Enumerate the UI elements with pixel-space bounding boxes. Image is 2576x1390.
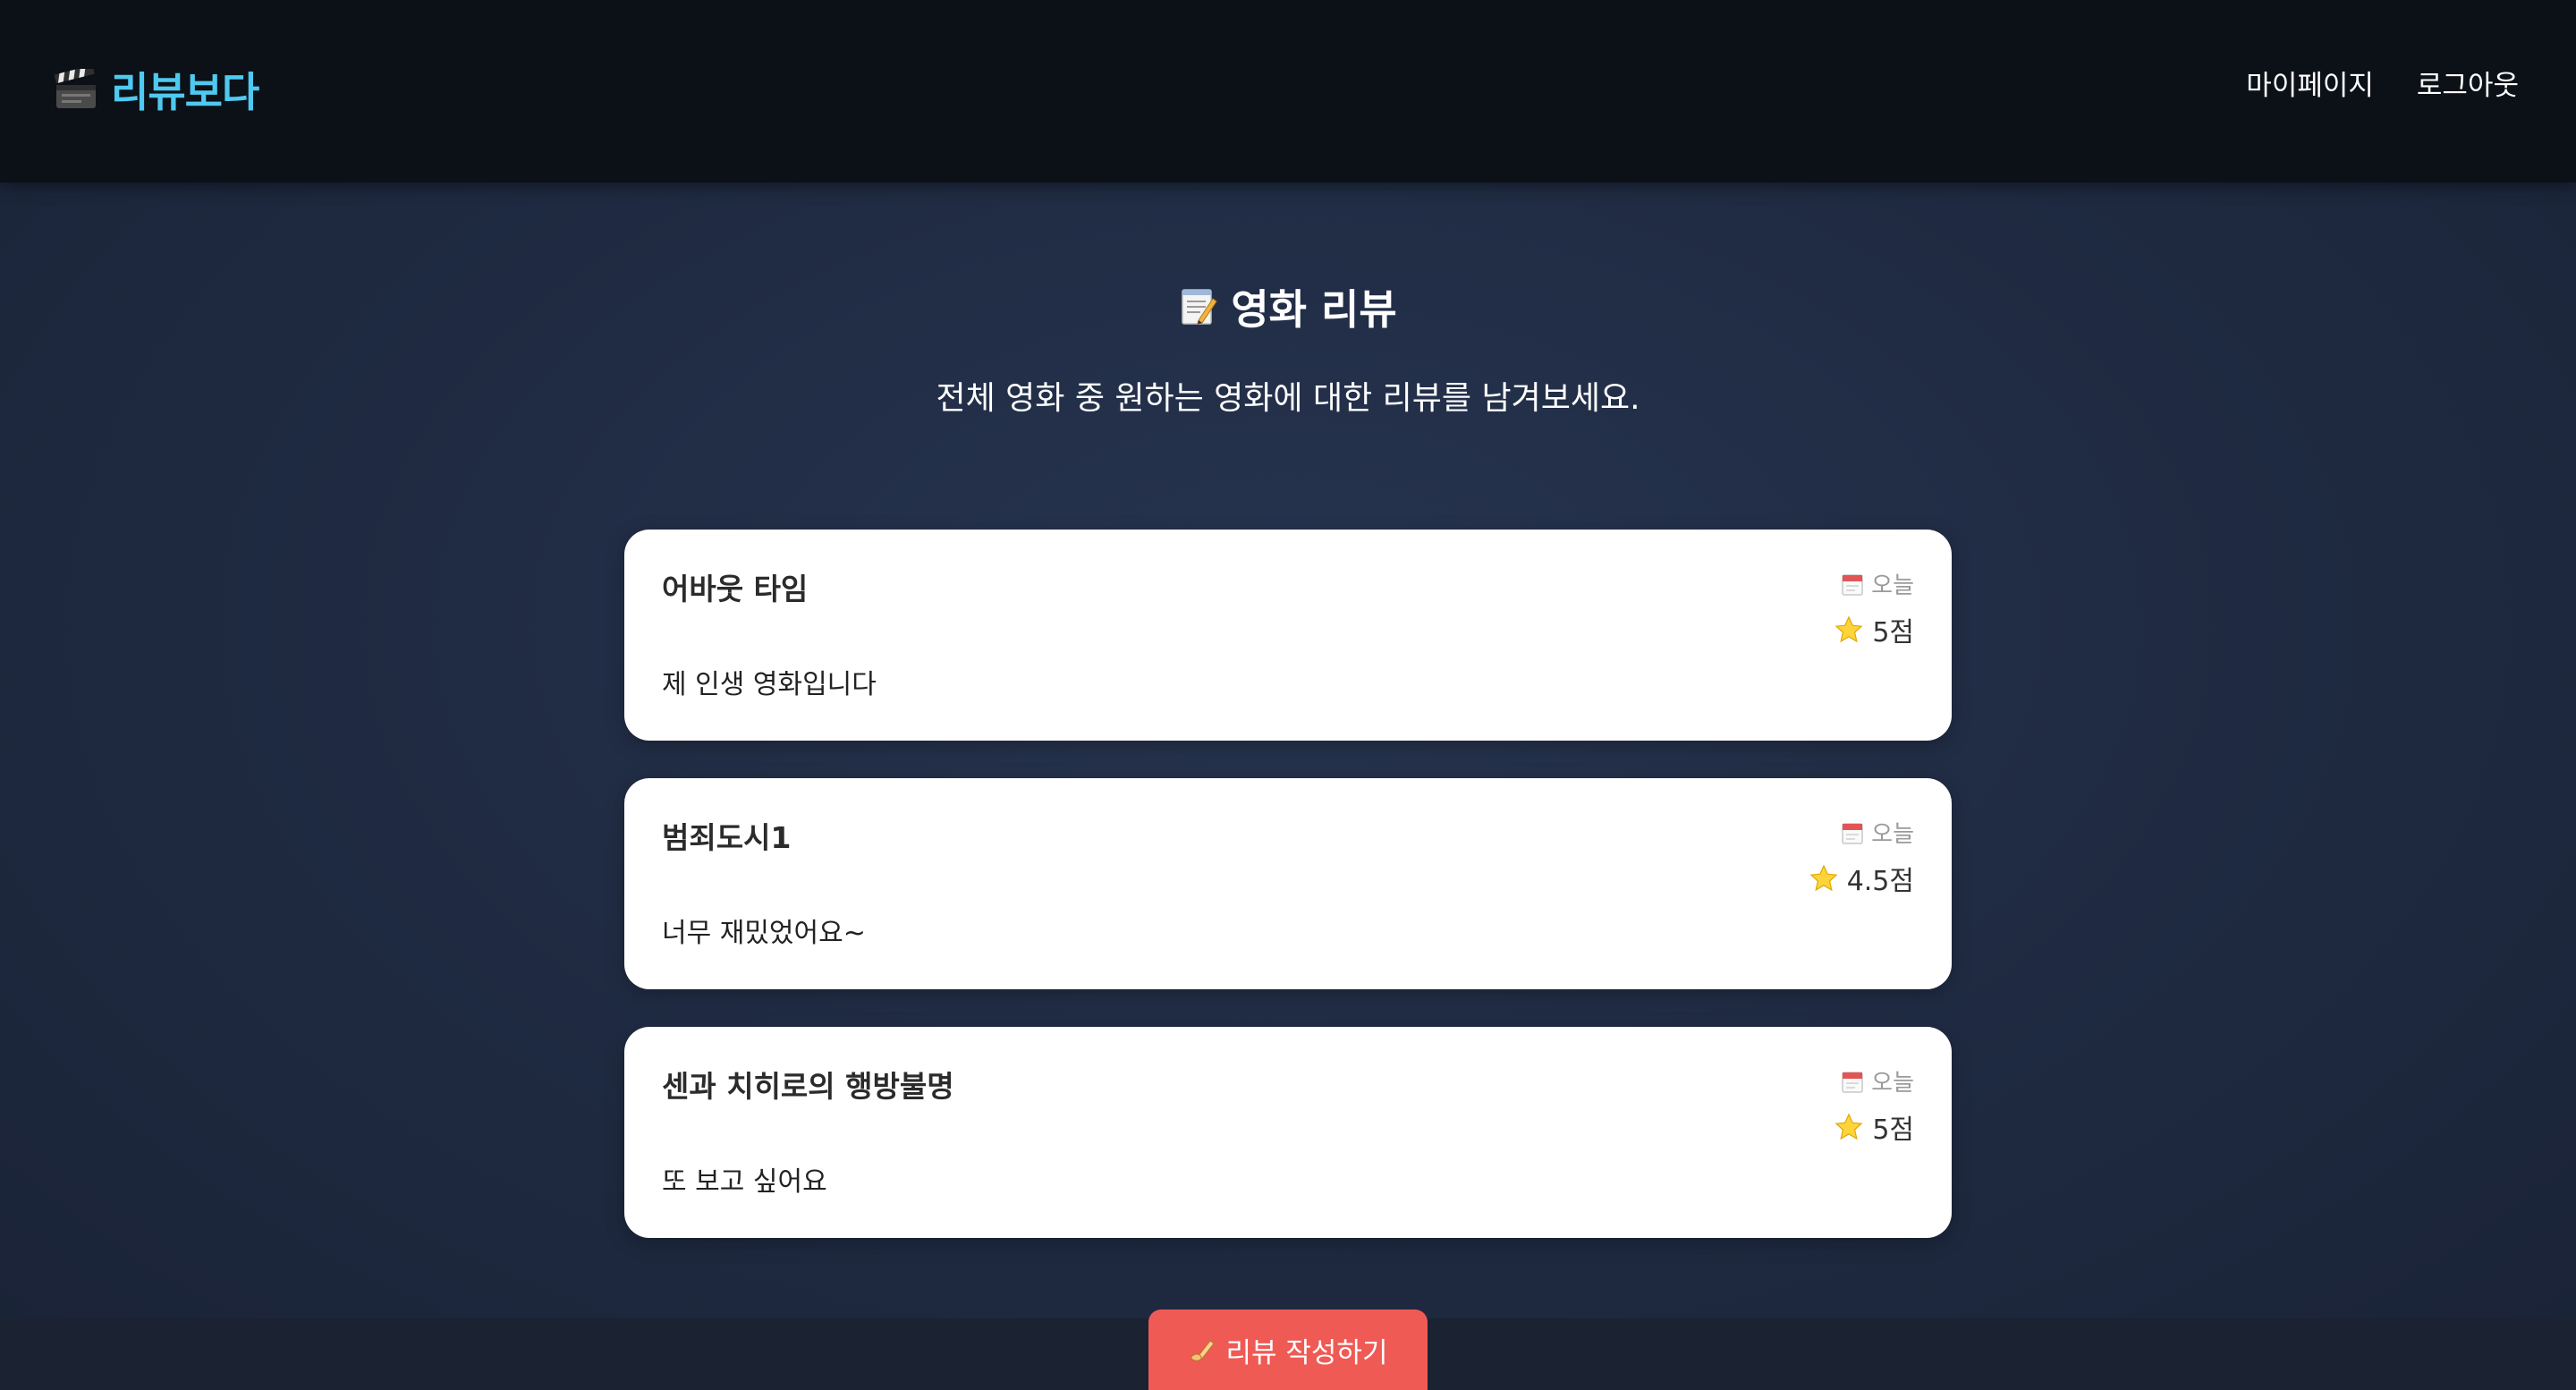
top-header: 리뷰보다 마이페이지 로그아웃 [0,0,2576,182]
review-card[interactable]: 센과 치히로의 행방불명 오늘 5점 또 보고 싶어요 [624,1027,1952,1238]
review-rating: 5점 [1835,610,1914,649]
nav-mypage-link[interactable]: 마이페이지 [2246,63,2374,103]
logo-text: 리뷰보다 [111,68,259,116]
calendar-icon [1842,573,1863,596]
review-date-text: 오늘 [1871,572,1914,599]
review-card[interactable]: 범죄도시1 오늘 4.5점 너무 재밌었어요~ [624,778,1952,989]
clapperboard-icon [54,69,96,108]
review-content: 또 보고 싶어요 [662,1166,827,1198]
calendar-icon [1842,822,1863,844]
review-movie-title: 어바웃 타임 [662,572,809,606]
review-movie-title: 센과 치히로의 행방불명 [662,1069,954,1104]
review-rating: 4.5점 [1809,859,1914,898]
review-date-text: 오늘 [1871,821,1914,848]
star-icon [1835,1113,1863,1140]
star-icon [1809,864,1838,892]
page-subtitle: 전체 영화 중 원하는 영화에 대한 리뷰를 남겨보세요. [936,380,1640,417]
writing-hand-icon [1190,1340,1215,1361]
calendar-icon [1842,1071,1863,1093]
review-date: 오늘 [1841,816,1914,849]
logo[interactable]: 리뷰보다 [54,57,259,122]
review-date: 오늘 [1841,1064,1914,1098]
review-rating-text: 5점 [1872,1115,1914,1146]
review-content: 제 인생 영화입니다 [662,669,877,700]
top-nav: 마이페이지 로그아웃 [2246,63,2519,103]
memo-icon [1182,289,1218,325]
review-date: 오늘 [1841,567,1914,600]
page-title: 영화 리뷰 [0,277,2576,336]
review-date-text: 오늘 [1871,1070,1914,1097]
review-card[interactable]: 어바웃 타임 오늘 5점 제 인생 영화입니다 [624,530,1952,741]
nav-logout-link[interactable]: 로그아웃 [2417,63,2519,103]
review-movie-title: 범죄도시1 [662,820,792,855]
review-rating-text: 4.5점 [1846,866,1914,897]
write-review-button[interactable]: 리뷰 작성하기 [1148,1309,1428,1390]
review-rating-text: 5점 [1872,617,1914,648]
review-content: 너무 재밌었어요~ [662,918,866,949]
write-review-label: 리뷰 작성하기 [1225,1336,1388,1369]
review-rating: 5점 [1835,1107,1914,1147]
star-icon [1835,615,1863,643]
page-title-text: 영화 리뷰 [1231,285,1397,334]
